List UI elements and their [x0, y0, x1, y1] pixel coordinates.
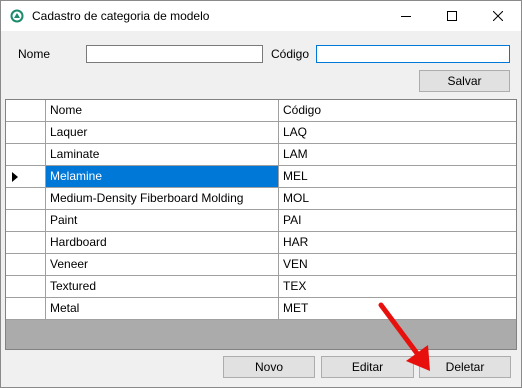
- row-header[interactable]: [6, 232, 46, 254]
- cell-nome[interactable]: Laminate: [46, 144, 279, 166]
- row-header[interactable]: [6, 254, 46, 276]
- cell-codigo[interactable]: HAR: [279, 232, 516, 254]
- nome-input[interactable]: [86, 45, 263, 63]
- minimize-icon: [401, 16, 411, 17]
- maximize-button[interactable]: [429, 1, 475, 31]
- cell-nome[interactable]: Metal: [46, 298, 279, 320]
- cell-codigo[interactable]: TEX: [279, 276, 516, 298]
- cell-nome[interactable]: Medium-Density Fiberboard Molding: [46, 188, 279, 210]
- novo-button[interactable]: Novo: [223, 356, 315, 378]
- editar-button[interactable]: Editar: [321, 356, 414, 378]
- cell-codigo[interactable]: LAQ: [279, 122, 516, 144]
- table-row-selected[interactable]: Melamine MEL: [6, 166, 516, 188]
- table-row[interactable]: Laquer LAQ: [6, 122, 516, 144]
- table-row[interactable]: Medium-Density Fiberboard Molding MOL: [6, 188, 516, 210]
- row-header[interactable]: [6, 188, 46, 210]
- column-header-nome[interactable]: Nome: [46, 100, 279, 122]
- codigo-label: Código: [271, 47, 310, 61]
- grid-corner-cell[interactable]: [6, 100, 46, 122]
- deletar-button[interactable]: Deletar: [419, 356, 511, 378]
- table-row[interactable]: Textured TEX: [6, 276, 516, 298]
- cell-nome[interactable]: Laquer: [46, 122, 279, 144]
- cell-codigo[interactable]: MOL: [279, 188, 516, 210]
- row-header[interactable]: [6, 298, 46, 320]
- minimize-button[interactable]: [383, 1, 429, 31]
- row-header[interactable]: [6, 144, 46, 166]
- cell-codigo[interactable]: VEN: [279, 254, 516, 276]
- title-bar: Cadastro de categoria de modelo: [1, 1, 521, 31]
- form-app-icon: [10, 9, 24, 23]
- maximize-icon: [447, 11, 457, 21]
- row-header[interactable]: [6, 210, 46, 232]
- table-row[interactable]: Laminate LAM: [6, 144, 516, 166]
- row-header[interactable]: [6, 166, 46, 188]
- close-button[interactable]: [475, 1, 521, 31]
- cell-nome[interactable]: Hardboard: [46, 232, 279, 254]
- grid-header: Nome Código: [6, 100, 516, 122]
- table-row[interactable]: Paint PAI: [6, 210, 516, 232]
- save-button[interactable]: Salvar: [419, 70, 510, 92]
- codigo-input[interactable]: [316, 45, 510, 63]
- cell-nome[interactable]: Paint: [46, 210, 279, 232]
- cell-codigo[interactable]: PAI: [279, 210, 516, 232]
- cell-nome[interactable]: Veneer: [46, 254, 279, 276]
- cell-codigo[interactable]: LAM: [279, 144, 516, 166]
- table-row[interactable]: Hardboard HAR: [6, 232, 516, 254]
- close-icon: [493, 11, 503, 21]
- column-header-codigo[interactable]: Código: [279, 100, 516, 122]
- row-header[interactable]: [6, 122, 46, 144]
- current-row-pointer-icon: [12, 172, 18, 182]
- app-window: Cadastro de categoria de modelo Nome Cód…: [0, 0, 522, 388]
- window-title: Cadastro de categoria de modelo: [32, 9, 210, 23]
- cell-nome[interactable]: Melamine: [46, 166, 279, 188]
- cell-codigo[interactable]: MET: [279, 298, 516, 320]
- table-row[interactable]: Metal MET: [6, 298, 516, 320]
- table-row[interactable]: Veneer VEN: [6, 254, 516, 276]
- cell-nome[interactable]: Textured: [46, 276, 279, 298]
- cell-codigo[interactable]: MEL: [279, 166, 516, 188]
- row-header[interactable]: [6, 276, 46, 298]
- category-grid[interactable]: Nome Código Laquer LAQ Laminate LAM Mela…: [5, 99, 517, 350]
- nome-label: Nome: [18, 47, 51, 61]
